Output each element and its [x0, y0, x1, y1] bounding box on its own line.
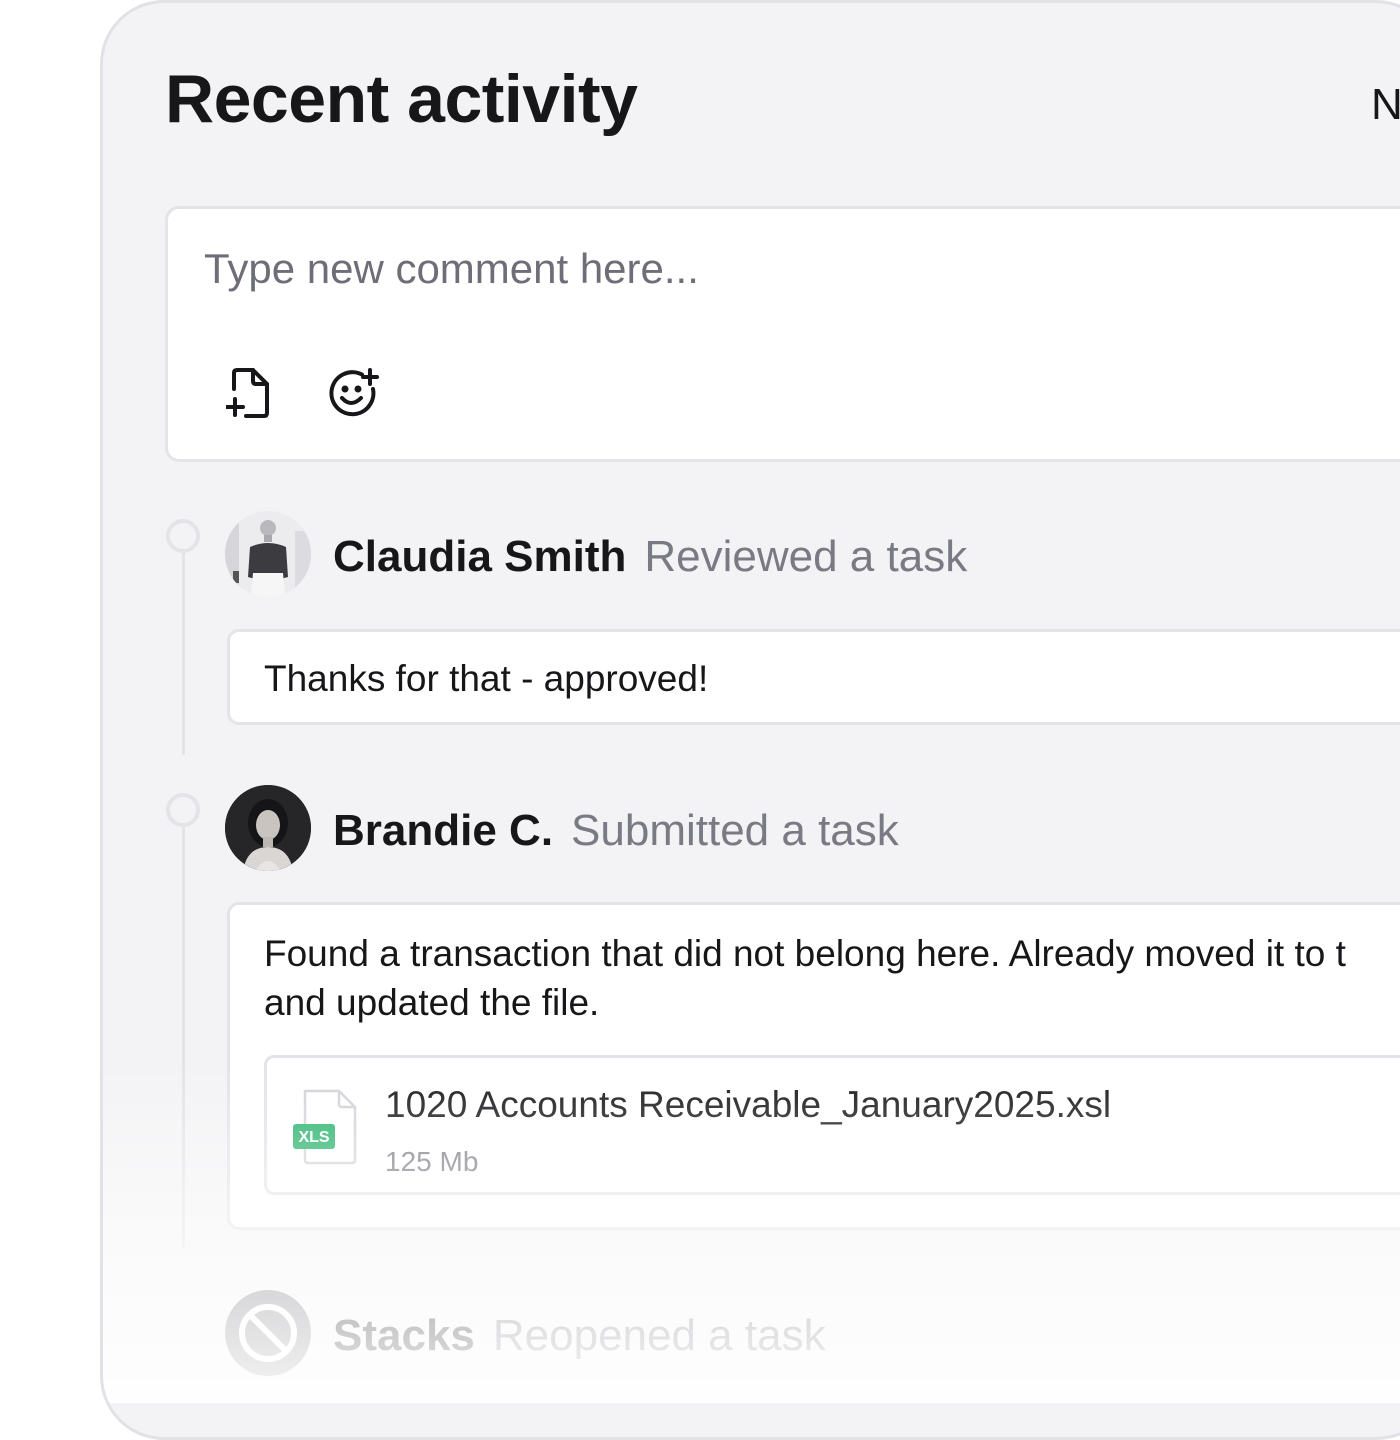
- activity-user-name[interactable]: Claudia Smith: [333, 532, 626, 581]
- header-right-label[interactable]: N: [1371, 83, 1400, 127]
- comment-composer: [165, 206, 1400, 462]
- comment-bubble: Thanks for that - approved!: [227, 629, 1400, 725]
- page-title: Recent activity: [165, 61, 638, 137]
- activity-entry-header: Stacks Reopened a task: [333, 1314, 826, 1358]
- activity-user-name[interactable]: Stacks: [333, 1311, 475, 1360]
- activity-entry-header: Brandie C. Submitted a task: [333, 809, 899, 853]
- xls-file-icon: XLS: [293, 1088, 359, 1166]
- activity-action: Reviewed a task: [644, 532, 968, 581]
- avatar[interactable]: [225, 1290, 311, 1376]
- file-name: 1020 Accounts Receivable_January2025.xsl: [385, 1084, 1112, 1125]
- timeline-dot: [166, 519, 200, 553]
- avatar[interactable]: [225, 785, 311, 871]
- file-type-badge: XLS: [298, 1129, 329, 1146]
- add-emoji-button[interactable]: [326, 365, 382, 421]
- comment-input[interactable]: [202, 239, 1202, 299]
- person-photo: [225, 511, 311, 597]
- activity-action: Reopened a task: [492, 1311, 826, 1360]
- activity-action: Submitted a task: [571, 806, 899, 855]
- comment-text-line: and updated the file.: [264, 982, 600, 1023]
- attach-file-button[interactable]: [222, 365, 278, 421]
- person-photo: [225, 785, 311, 871]
- file-attachment[interactable]: XLS 1020 Accounts Receivable_January2025…: [264, 1055, 1400, 1195]
- comment-text: Thanks for that - approved!: [264, 658, 709, 699]
- stacks-logo-icon: [225, 1290, 311, 1376]
- timeline-connector: [182, 553, 185, 755]
- file-plus-icon: [226, 368, 269, 418]
- avatar[interactable]: [225, 511, 311, 597]
- recent-activity-panel: Recent activity N Type new comment here.…: [100, 0, 1400, 1440]
- comment-text-line: Found a transaction that did not belong …: [264, 933, 1346, 974]
- file-size: 125 Mb: [385, 1146, 479, 1177]
- activity-user-name[interactable]: Brandie C.: [333, 806, 553, 855]
- comment-bubble: Found a transaction that did not belong …: [227, 902, 1400, 1230]
- timeline-dot: [166, 793, 200, 827]
- emoji-add-icon: [329, 368, 379, 417]
- timeline-connector: [182, 827, 185, 1247]
- activity-entry-header: Claudia Smith Reviewed a task: [333, 535, 967, 579]
